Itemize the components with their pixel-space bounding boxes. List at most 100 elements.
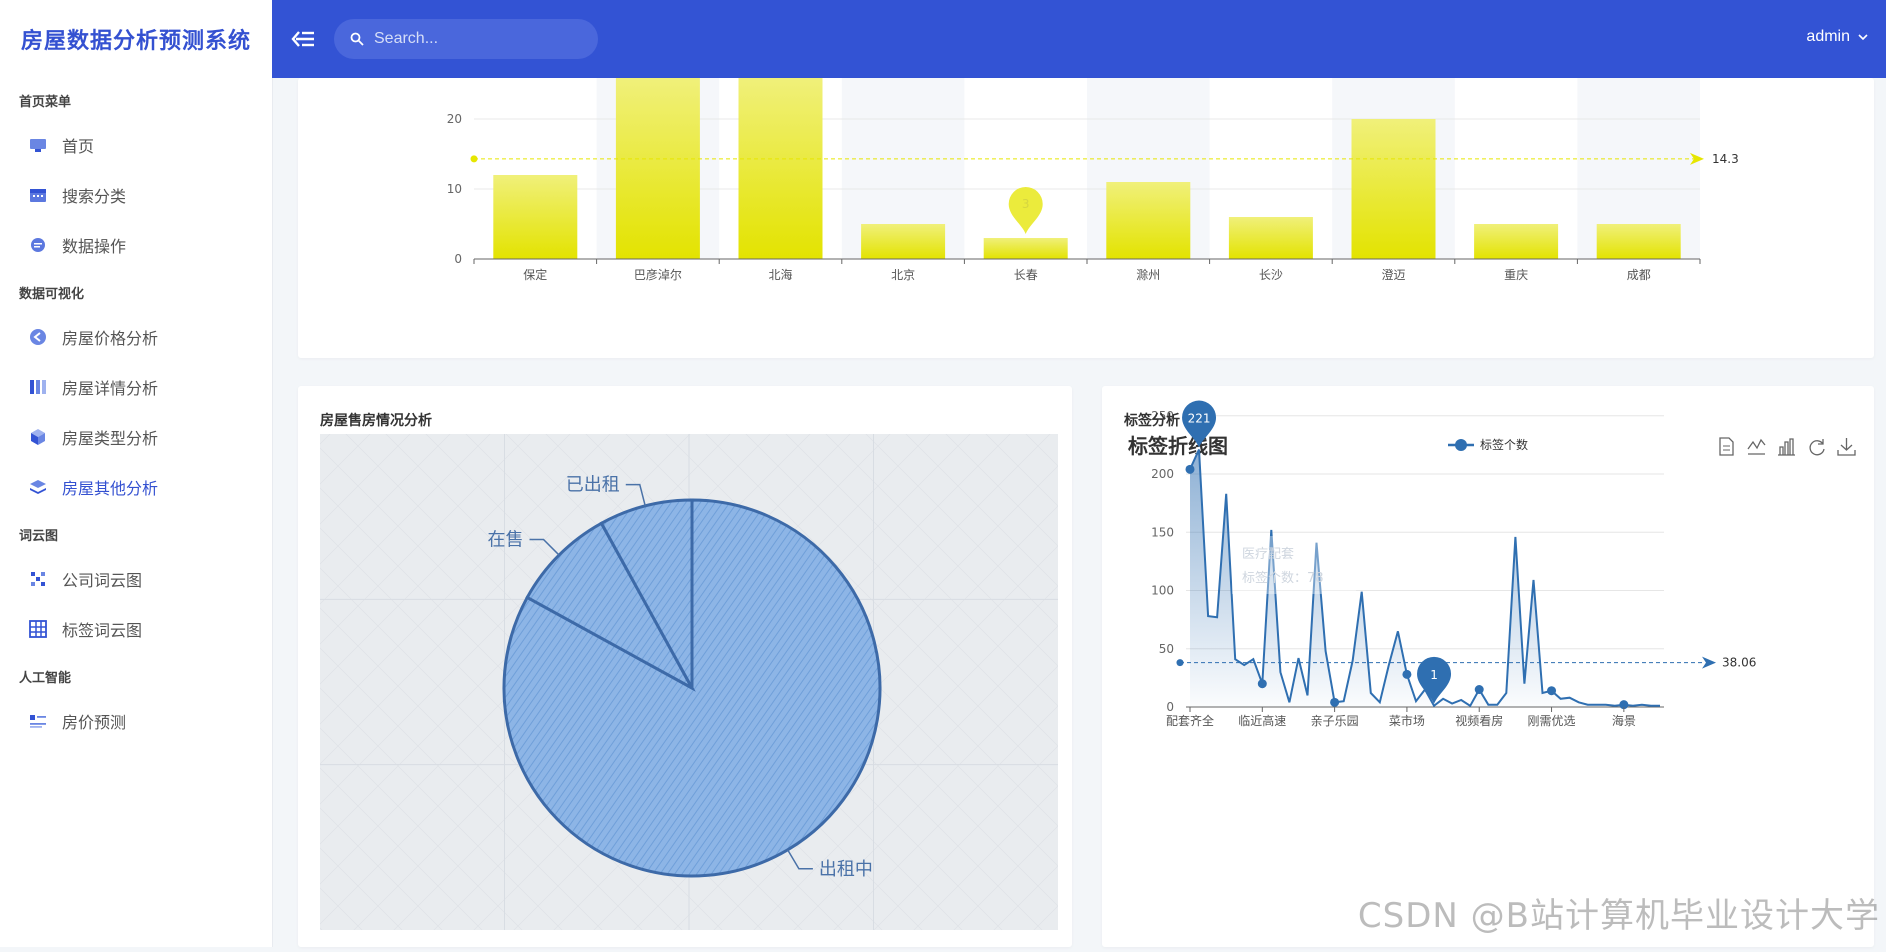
bar <box>493 175 578 259</box>
y-tick-label: 10 <box>447 182 462 196</box>
legend-label: 标签个数 <box>1480 437 1528 452</box>
bar-chart-card: 0 10 20 保定 巴彦淖尔 北海 北京 长春 滁州 长沙 澄迈 重庆 成都 14.3 3 <box>298 78 1874 358</box>
sidebar-item[interactable]: 首页 <box>0 120 272 170</box>
pie-chart-card: 房屋售房情况分析 出租中 在售 已出租 <box>298 386 1072 947</box>
calendar-icon <box>28 185 48 205</box>
pie-card-title: 房屋售房情况分析 <box>320 413 432 429</box>
sidebar-item-label: 公司词云图 <box>62 571 143 590</box>
data-point <box>1547 686 1557 696</box>
search-input[interactable] <box>372 29 576 49</box>
pie-label: 出租中 <box>819 859 873 880</box>
watermark: CSDN @B站计算机毕业设计大学 <box>1357 896 1880 936</box>
sidebar-item[interactable]: 房屋详情分析 <box>0 362 272 412</box>
data-point <box>1402 669 1412 679</box>
app-title: 房屋数据分析预测系统 <box>20 29 251 54</box>
bar <box>1351 119 1436 259</box>
sidebar-item[interactable]: 房屋类型分析 <box>0 412 272 462</box>
data-point <box>1185 464 1195 474</box>
x-tick-label: 配套齐全 <box>1166 713 1214 728</box>
pie-label: 在售 <box>488 530 524 551</box>
x-tick-label: 澄迈 <box>1381 267 1405 282</box>
min-pin-label: 3 <box>1022 197 1030 211</box>
data-view-icon[interactable] <box>1719 437 1734 456</box>
tooltip-ghost-value: 标签个数：78 <box>1242 570 1324 586</box>
sidebar-item-label: 房价预测 <box>62 713 127 732</box>
bar <box>1228 217 1313 259</box>
download-icon[interactable] <box>1837 438 1856 456</box>
bar <box>738 78 823 259</box>
pie-chart: 出租中 在售 已出租 <box>320 434 1058 930</box>
user-menu[interactable]: admin <box>1806 28 1868 46</box>
avg-label: 38.06 <box>1722 656 1756 670</box>
sidebar-item-label: 房屋详情分析 <box>62 379 159 398</box>
line-chart: 标签折线图 标签个数050100150200250配套齐全 临近高速 亲子乐园 菜市场视… <box>1128 400 1856 728</box>
restore-icon[interactable] <box>1809 439 1825 456</box>
x-tick-label: 北京 <box>891 268 915 282</box>
sidebar: 房屋数据分析预测系统 首页菜单 首页 搜索分类 数据操作 数据可视化 房屋价格分析 房屋详情… <box>0 0 273 947</box>
chevron-down-icon <box>1858 33 1868 41</box>
user-name: admin <box>1806 28 1850 45</box>
x-tick-label: 保定 <box>523 267 547 282</box>
tooltip-ghost-title: 医疗配套 <box>1242 546 1294 562</box>
menu-toggle-icon[interactable] <box>290 27 316 51</box>
x-tick-label: 海景 <box>1612 713 1636 728</box>
sidebar-item[interactable]: 数据操作 <box>0 220 272 270</box>
sidebar-item[interactable]: 公司词云图 <box>0 554 272 604</box>
legend-marker <box>1455 439 1467 451</box>
sidebar-item-label: 首页 <box>62 137 95 156</box>
y-tick-label: 0 <box>1166 700 1174 714</box>
bar <box>1596 224 1681 259</box>
line-chart-icon[interactable] <box>1747 438 1766 455</box>
monitor-icon <box>28 135 48 155</box>
bar <box>1106 182 1191 259</box>
bar <box>615 78 700 259</box>
y-tick-label: 50 <box>1159 642 1174 656</box>
topbar: admin <box>272 0 1886 78</box>
sidebar-item[interactable]: 搜索分类 <box>0 170 272 220</box>
scatter-icon <box>28 569 48 589</box>
y-tick-label: 20 <box>447 112 462 126</box>
bar <box>1474 224 1559 259</box>
bar-chart: 0 10 20 保定 巴彦淖尔 北海 北京 长春 滁州 长沙 澄迈 重庆 成都 14.3 3 <box>447 78 1739 282</box>
x-tick-label: 重庆 <box>1504 268 1528 282</box>
y-tick-label: 200 <box>1151 467 1174 481</box>
x-tick-label: 长沙 <box>1259 268 1283 282</box>
bar <box>983 238 1068 259</box>
sidebar-item-label: 数据操作 <box>62 237 127 256</box>
sidebar-item-label: 房屋价格分析 <box>62 329 159 348</box>
menu-group-label: 词云图 <box>19 529 59 544</box>
x-tick-label: 成都 <box>1627 268 1651 282</box>
sidebar-item[interactable]: 房屋价格分析 <box>0 312 272 362</box>
layers-icon <box>28 477 48 497</box>
max-pin-label: 221 <box>1188 412 1211 426</box>
x-tick-label: 刚需优选 <box>1528 714 1576 728</box>
list-icon <box>28 711 48 731</box>
sidebar-item-label: 标签词云图 <box>62 621 143 640</box>
data-point <box>1330 697 1340 707</box>
data-point <box>1257 679 1267 689</box>
x-tick-label: 长春 <box>1014 268 1038 282</box>
search-icon <box>350 32 364 46</box>
line-card-title: 标签分析 <box>1124 413 1180 429</box>
bar-chart-icon[interactable] <box>1778 438 1795 456</box>
bar <box>861 224 946 259</box>
search-box <box>334 19 598 59</box>
sidebar-item[interactable]: 房屋其他分析 <box>0 462 272 512</box>
cube-icon <box>28 427 48 447</box>
pie-label: 已出租 <box>566 475 620 496</box>
sidebar-item[interactable]: 房价预测 <box>0 696 272 746</box>
avg-arrow <box>1702 656 1716 669</box>
x-tick-label: 亲子乐园 <box>1311 714 1359 728</box>
menu-group-label: 人工智能 <box>19 671 72 686</box>
grid-icon <box>28 619 48 639</box>
chat-icon <box>28 235 48 255</box>
y-tick-label: 150 <box>1151 525 1174 539</box>
y-tick-label: 0 <box>454 252 462 266</box>
y-tick-label: 100 <box>1151 584 1174 598</box>
sidebar-item[interactable]: 标签词云图 <box>0 604 272 654</box>
x-tick-label: 菜市场 <box>1389 713 1425 728</box>
sidebar-item-label: 搜索分类 <box>62 187 127 206</box>
min-pin-label: 1 <box>1430 668 1438 682</box>
sidebar-menu: 首页菜单 首页 搜索分类 数据操作 数据可视化 房屋价格分析 房屋详情分析 房屋类型分析 房屋其… <box>0 86 272 746</box>
data-point <box>1474 685 1484 695</box>
